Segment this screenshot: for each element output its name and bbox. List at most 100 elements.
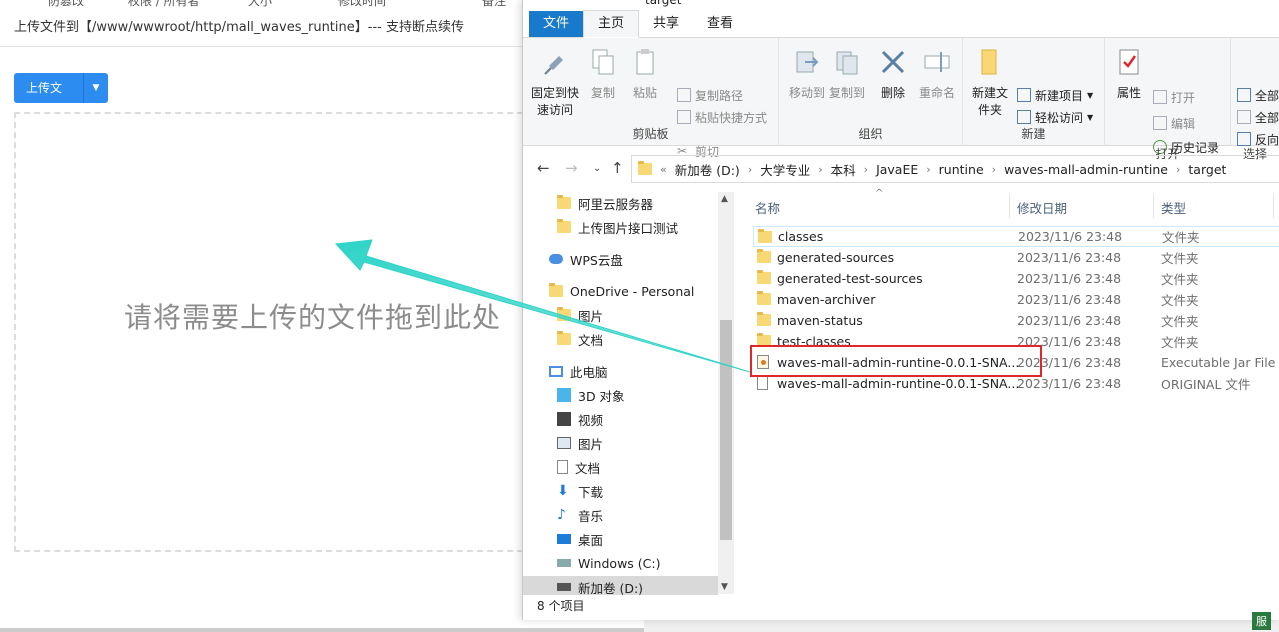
select-none-button[interactable]: 全部 bbox=[1237, 108, 1279, 126]
file-type: 文件夹 bbox=[1161, 272, 1199, 287]
nav-item[interactable]: ♪ 音乐 bbox=[557, 504, 603, 526]
column-divider[interactable] bbox=[1273, 194, 1274, 218]
nav-item[interactable]: Windows (C:) bbox=[557, 552, 660, 574]
file-name: maven-archiver bbox=[777, 292, 876, 307]
new-folder-button[interactable]: 新建文件夹 bbox=[969, 46, 1011, 119]
pin-quick-access-button[interactable]: 固定到快速访问 bbox=[529, 46, 581, 119]
properties-label: 属性 bbox=[1116, 86, 1141, 100]
nav-item[interactable]: 阿里云服务器 bbox=[557, 192, 653, 214]
copy-to-icon bbox=[836, 51, 858, 75]
chevron-down-icon: ▼ bbox=[1087, 90, 1094, 100]
paste-button[interactable]: 粘贴 bbox=[627, 46, 663, 102]
file-row[interactable]: generated-test-sources 2023/11/6 23:48 文… bbox=[753, 268, 1279, 289]
folder-icon bbox=[757, 291, 771, 308]
breadcrumb-item[interactable]: target bbox=[1188, 162, 1226, 177]
copy-to-button[interactable]: 复制到 bbox=[827, 46, 867, 102]
column-type[interactable]: 类型 bbox=[1161, 198, 1186, 217]
chevron-right-icon[interactable]: › bbox=[1176, 163, 1180, 176]
nav-item[interactable]: 文档 bbox=[557, 328, 603, 350]
chevron-right-icon[interactable]: › bbox=[992, 163, 996, 176]
up-arrow-icon[interactable]: ↑ bbox=[611, 159, 624, 177]
file-row[interactable]: maven-archiver 2023/11/6 23:48 文件夹 bbox=[753, 289, 1279, 310]
breadcrumb-item[interactable]: runtine bbox=[939, 162, 984, 177]
nav-item[interactable]: 图片 bbox=[557, 304, 603, 326]
move-to-button[interactable]: 移动到 bbox=[787, 46, 827, 102]
ribbon-tabs: 文件 主页 共享 查看 bbox=[523, 8, 1279, 38]
open-button[interactable]: 打开 bbox=[1153, 88, 1195, 106]
scroll-down-icon[interactable]: ▼ bbox=[721, 582, 728, 592]
open-label: 打开 bbox=[1171, 90, 1196, 105]
new-group: 新建文件夹 新建项目 ▼ 轻松访问 ▼ 新建 bbox=[963, 38, 1105, 146]
new-item-button[interactable]: 新建项目 ▼ bbox=[1017, 86, 1093, 104]
address-bar[interactable]: « 新加卷 (D:) › 大学专业 › 本科 › JavaEE › runtine › w… bbox=[631, 155, 1279, 183]
breadcrumb-item[interactable]: waves-mall-admin-runtine bbox=[1004, 162, 1168, 177]
tab-view[interactable]: 查看 bbox=[693, 11, 747, 37]
paste-shortcut-button[interactable]: 粘贴快捷方式 bbox=[677, 108, 767, 126]
rename-button[interactable]: 重命名 bbox=[917, 46, 957, 102]
nav-item[interactable]: 视频 bbox=[557, 408, 603, 430]
scroll-up-icon[interactable]: ▲ bbox=[721, 194, 728, 204]
nav-item[interactable]: OneDrive - Personal bbox=[549, 280, 694, 302]
edit-button[interactable]: 编辑 bbox=[1153, 114, 1195, 132]
delete-button[interactable]: 删除 bbox=[875, 46, 911, 102]
tab-share[interactable]: 共享 bbox=[639, 11, 693, 37]
column-name[interactable]: 名称 bbox=[755, 198, 780, 217]
select-all-button[interactable]: 全部 bbox=[1237, 86, 1279, 104]
select-all-label: 全部 bbox=[1255, 88, 1279, 103]
scroll-thumb[interactable] bbox=[720, 320, 732, 540]
column-date[interactable]: 修改日期 bbox=[1017, 198, 1067, 217]
upload-file-button[interactable]: 上传文件 bbox=[14, 73, 84, 103]
column-divider[interactable] bbox=[1009, 194, 1010, 218]
dialog-title: 上传文件到【/www/wwwroot/http/mall_waves_runti… bbox=[14, 20, 464, 35]
breadcrumb-item[interactable]: 本科 bbox=[831, 160, 856, 179]
file-explorer-window: target 文件 主页 共享 查看 固定到快速访问 复制 粘贴 复制路径 粘贴… bbox=[522, 0, 1279, 620]
tab-home[interactable]: 主页 bbox=[583, 10, 640, 38]
nav-item-label: 3D 对象 bbox=[578, 388, 625, 404]
properties-button[interactable]: 属性 bbox=[1111, 46, 1147, 102]
nav-item[interactable]: 图片 bbox=[557, 432, 603, 454]
recent-chevron-icon[interactable]: ⌄ bbox=[593, 163, 601, 174]
nav-item[interactable]: 文档 bbox=[557, 456, 600, 478]
file-row[interactable]: classes 2023/11/6 23:48 文件夹 bbox=[753, 226, 1279, 247]
nav-item[interactable]: ⬇ 下载 bbox=[557, 480, 603, 502]
nav-item[interactable]: WPS云盘 bbox=[549, 248, 623, 270]
breadcrumb-item[interactable]: 大学专业 bbox=[760, 160, 810, 179]
breadcrumb-item[interactable]: JavaEE bbox=[876, 162, 918, 177]
file-row[interactable]: maven-status 2023/11/6 23:48 文件夹 bbox=[753, 310, 1279, 331]
back-arrow-icon[interactable]: ← bbox=[537, 159, 550, 177]
copy-path-button[interactable]: 复制路径 bbox=[677, 86, 743, 104]
forward-arrow-icon[interactable]: → bbox=[565, 159, 578, 177]
drive-d-icon bbox=[557, 583, 571, 591]
select-group: 全部 全部 反向 选择 bbox=[1231, 38, 1279, 161]
copy-button[interactable]: 复制 bbox=[585, 46, 621, 102]
ribbon: 固定到快速访问 复制 粘贴 复制路径 粘贴快捷方式 ✂ 剪切 剪贴板 移动到 复… bbox=[523, 38, 1279, 161]
chevron-right-icon[interactable]: › bbox=[818, 163, 822, 176]
easy-access-button[interactable]: 轻松访问 ▼ bbox=[1017, 108, 1093, 126]
col-size: 大小 bbox=[248, 0, 273, 8]
nav-item-label: 视频 bbox=[578, 412, 604, 428]
nav-item[interactable]: 3D 对象 bbox=[557, 384, 625, 406]
chevron-right-icon[interactable]: › bbox=[926, 163, 930, 176]
easy-access-icon bbox=[1017, 110, 1031, 124]
chevron-right-icon[interactable]: › bbox=[748, 163, 752, 176]
nav-item[interactable]: 上传图片接口测试 bbox=[557, 216, 678, 238]
paste-shortcut-label: 粘贴快捷方式 bbox=[695, 110, 768, 125]
file-type: 文件夹 bbox=[1161, 335, 1199, 350]
nav-item[interactable]: 桌面 bbox=[557, 528, 603, 550]
column-divider[interactable] bbox=[1153, 194, 1154, 218]
select-none-icon bbox=[1237, 110, 1251, 124]
nav-scrollbar[interactable]: ▲ ▼ bbox=[718, 192, 734, 594]
nav-item[interactable]: 此电脑 bbox=[549, 360, 608, 382]
folder-icon bbox=[758, 229, 772, 246]
chevron-right-icon[interactable]: › bbox=[864, 163, 868, 176]
delete-icon bbox=[881, 50, 905, 74]
upload-dropdown-button[interactable]: ▼ bbox=[84, 73, 108, 103]
overflow-chevron-icon[interactable]: « bbox=[660, 163, 667, 176]
open-icon bbox=[1153, 90, 1167, 104]
tab-file[interactable]: 文件 bbox=[529, 11, 584, 37]
file-row[interactable]: generated-sources 2023/11/6 23:48 文件夹 bbox=[753, 247, 1279, 268]
file-name: generated-test-sources bbox=[777, 271, 923, 286]
title-bar: target bbox=[523, 0, 1279, 8]
breadcrumb-item[interactable]: 新加卷 (D:) bbox=[675, 160, 740, 179]
copy-path-icon bbox=[677, 88, 691, 102]
